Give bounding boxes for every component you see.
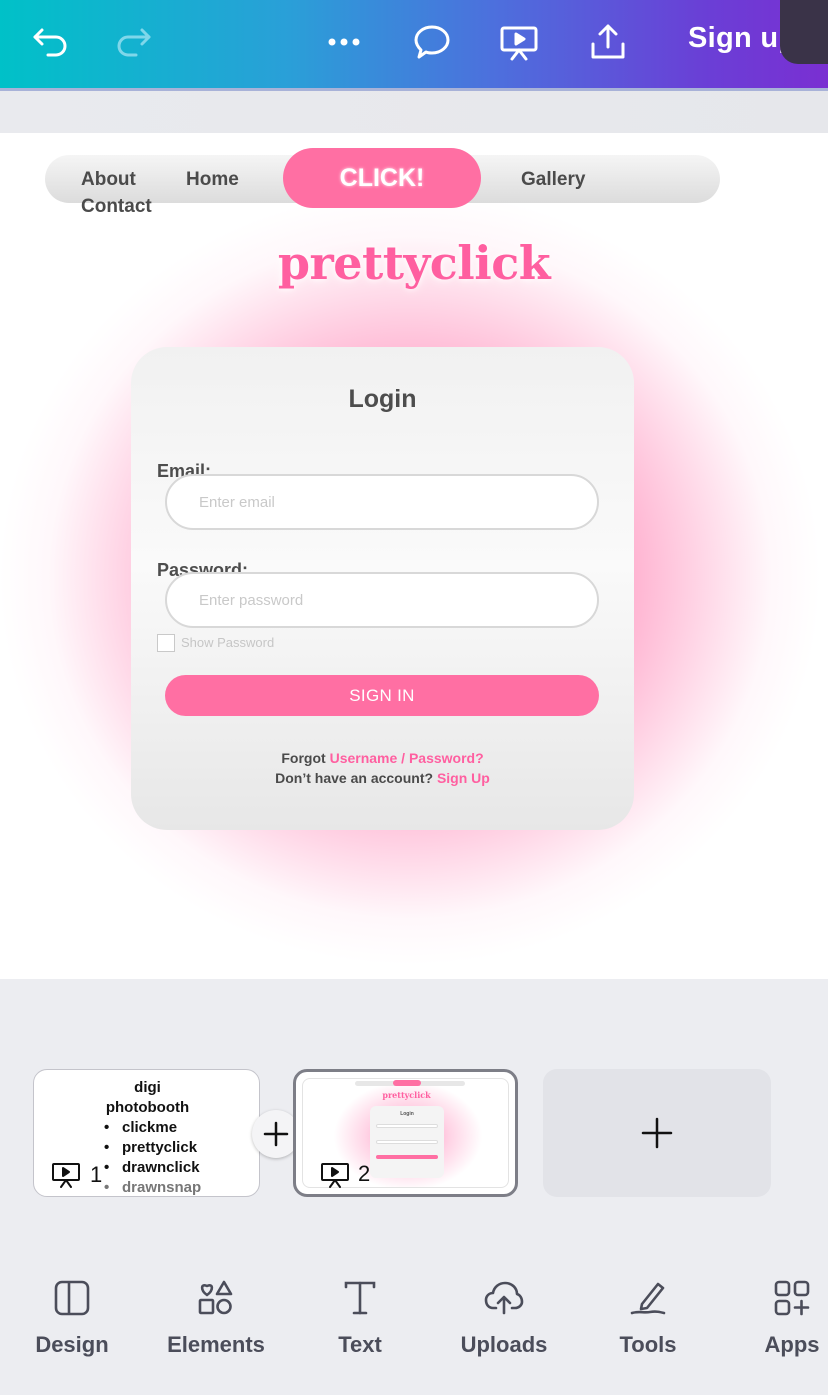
nav-gallery[interactable]: Gallery [521, 169, 585, 191]
bottom-nav-label: Uploads [460, 1332, 548, 1357]
email-field[interactable]: Enter email [165, 474, 599, 530]
signup-link[interactable]: Sign Up [437, 770, 490, 786]
bottom-nav-text[interactable]: Text [295, 1278, 425, 1358]
mini-brand: prettyclick [382, 1090, 431, 1100]
bottom-nav-label: Apps [764, 1332, 820, 1357]
show-password-checkbox[interactable] [157, 634, 175, 652]
uploads-icon [484, 1281, 524, 1315]
signup-text: Don’t have an account? Sign Up [131, 770, 634, 786]
show-password-label: Show Password [181, 635, 275, 650]
forgot-link[interactable]: Username / Password? [330, 750, 484, 766]
bottom-nav-uploads[interactable]: Uploads [439, 1278, 569, 1358]
redo-icon[interactable] [112, 20, 156, 64]
elements-icon [198, 1280, 233, 1315]
password-field[interactable]: Enter password [165, 572, 599, 628]
page-thumbnail-2[interactable]: prettyclick Login 2 [293, 1069, 518, 1197]
list-item: drawnsnap [104, 1178, 201, 1198]
editor-toolbar: Sign up [0, 0, 828, 90]
plus-icon [263, 1121, 289, 1147]
bottom-nav-label: Design [35, 1332, 109, 1357]
bottom-nav-apps[interactable]: Apps [727, 1278, 828, 1358]
thumb1-title: digi photobooth [34, 1078, 261, 1118]
bottom-nav-label: Elements [167, 1332, 265, 1357]
mini-login-title: Login [400, 1111, 414, 1117]
page-thumbnail-1[interactable]: digi photobooth clickme prettyclick draw… [33, 1069, 261, 1198]
text-icon [344, 1281, 376, 1315]
comment-icon[interactable] [410, 20, 454, 64]
design-page[interactable]: About Contact Home CLICK! Gallery pretty… [0, 133, 828, 979]
mini-click [393, 1080, 421, 1086]
thumb1-title-line2: photobooth [105, 1099, 190, 1116]
canvas-background [0, 91, 828, 133]
list-item: prettyclick [104, 1138, 201, 1158]
brand-title: prettyclick [277, 236, 551, 290]
share-icon[interactable] [586, 20, 630, 64]
mini-login-card: Login [370, 1106, 444, 1178]
bottom-nav-design[interactable]: Design [7, 1278, 137, 1358]
mini-email-field [376, 1124, 438, 1128]
bottom-nav-tools[interactable]: Tools [583, 1278, 713, 1358]
nav-contact[interactable]: Contact [81, 196, 152, 218]
slide-icon [321, 1163, 349, 1188]
login-card: Login Email: Enter email Password: Enter… [131, 347, 634, 830]
thumb1-title-line1: digi [134, 1079, 161, 1096]
bottom-nav-elements[interactable]: Elements [151, 1278, 281, 1358]
thumb1-list: clickme prettyclick drawnclick drawnsnap [104, 1118, 201, 1198]
forgot-prefix: Forgot [281, 750, 330, 766]
mini-signin-button [376, 1155, 438, 1159]
more-dots-icon[interactable] [322, 20, 366, 64]
design-icon [54, 1280, 90, 1316]
present-icon[interactable] [497, 20, 541, 64]
forgot-text: Forgot Username / Password? [131, 750, 634, 766]
list-item: drawnclick [104, 1158, 201, 1178]
avatar[interactable] [780, 0, 828, 64]
page-number-1: 1 [90, 1162, 103, 1187]
page-number-2: 2 [358, 1161, 371, 1186]
tools-icon [630, 1282, 666, 1315]
mini-password-field [376, 1140, 438, 1144]
account-prefix: Don’t have an account? [275, 770, 437, 786]
login-title: Login [348, 385, 417, 413]
bottom-nav-label: Text [338, 1332, 382, 1357]
list-item: clickme [104, 1118, 201, 1138]
nav-click-button[interactable]: CLICK! [283, 148, 481, 208]
add-page-button[interactable] [543, 1069, 771, 1197]
apps-icon [774, 1280, 810, 1316]
sign-in-button[interactable]: SIGN IN [165, 675, 599, 716]
nav-about[interactable]: About [81, 169, 136, 191]
undo-icon[interactable] [28, 20, 72, 64]
slide-icon [52, 1163, 80, 1188]
bottom-nav-label: Tools [619, 1332, 677, 1357]
nav-home[interactable]: Home [186, 169, 239, 191]
plus-icon [641, 1117, 673, 1149]
